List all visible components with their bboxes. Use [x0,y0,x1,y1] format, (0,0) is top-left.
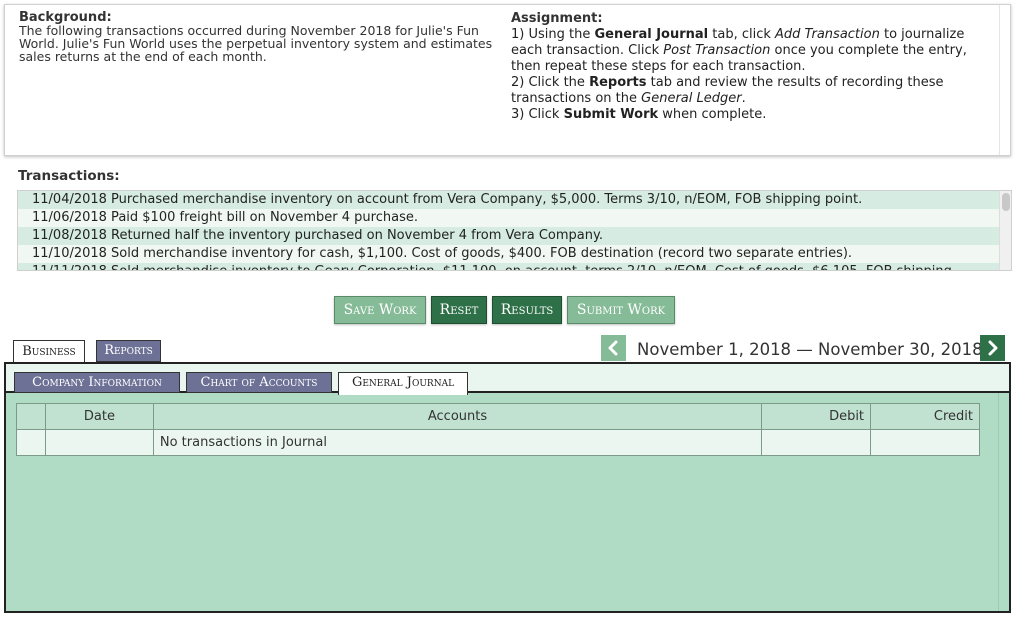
next-period-button[interactable] [980,335,1005,361]
tab-chart-of-accounts[interactable]: Chart of Accounts [186,372,332,393]
panel-divider [999,5,1000,155]
chevron-left-icon [608,340,618,356]
transaction-item: 11/04/2018 Purchased merchandise invento… [18,191,1011,209]
assignment-step-1: 1) Using the General Journal tab, click … [511,27,967,74]
tab-general-journal[interactable]: General Journal [338,372,468,395]
business-panel: Company Information Chart of Accounts Ge… [4,362,1011,613]
transaction-item: 11/11/2018 Sold merchandise inventory to… [18,263,1011,270]
chevron-right-icon [988,340,998,356]
subtab-bar: Company Information Chart of Accounts Ge… [6,364,1009,395]
column-header-debit: Debit [761,403,872,430]
transaction-item: 11/08/2018 Returned half the inventory p… [18,227,1011,245]
date-range-label: November 1, 2018 — November 30, 2018 [637,340,983,359]
scrollbar-thumb[interactable] [1002,193,1010,211]
journal-table: Date Accounts Debit Credit No transactio… [16,403,980,456]
background-text: The following transactions occurred duri… [19,23,493,64]
tab-company-information[interactable]: Company Information [14,372,180,393]
assignment-heading: Assignment: [511,11,603,26]
transactions-scrollbar[interactable] [999,191,1011,270]
instructions-panel: Background: The following transactions o… [4,4,1011,156]
row-date-cell [44,429,154,456]
table-row: No transactions in Journal [16,429,980,456]
assignment-step-3: 3) Click Submit Work when complete. [511,107,767,122]
save-work-button[interactable]: Save Work [334,296,426,324]
column-header-date: Date [44,403,154,430]
empty-journal-message: No transactions in Journal [152,429,763,456]
column-header-accounts: Accounts [152,403,763,430]
transaction-item: 11/06/2018 Paid $100 freight bill on Nov… [18,209,1011,227]
transactions-list[interactable]: 11/04/2018 Purchased merchandise invento… [17,190,1012,271]
reset-button[interactable]: Reset [431,296,487,324]
submit-work-button[interactable]: Submit Work [567,296,675,324]
tab-reports[interactable]: Reports [96,340,161,362]
column-header-credit: Credit [870,403,980,430]
prev-period-button[interactable] [601,335,626,361]
tab-business[interactable]: Business [13,340,85,363]
column-header-select [16,403,46,430]
background-section: Background: The following transactions o… [19,11,499,63]
row-debit-cell [761,429,872,456]
assignment-section: Assignment: 1) Using the General Journal… [511,11,981,123]
transaction-item: 11/10/2018 Sold merchandise inventory fo… [18,245,1011,263]
transactions-heading: Transactions: [18,168,120,184]
results-button[interactable]: Results [492,296,562,324]
row-select-cell [16,429,46,456]
assignment-step-2: 2) Click the Reports tab and review the … [511,75,944,106]
journal-header-row: Date Accounts Debit Credit [16,403,980,430]
row-credit-cell [870,429,980,456]
panel-scroll-divider [998,393,999,611]
